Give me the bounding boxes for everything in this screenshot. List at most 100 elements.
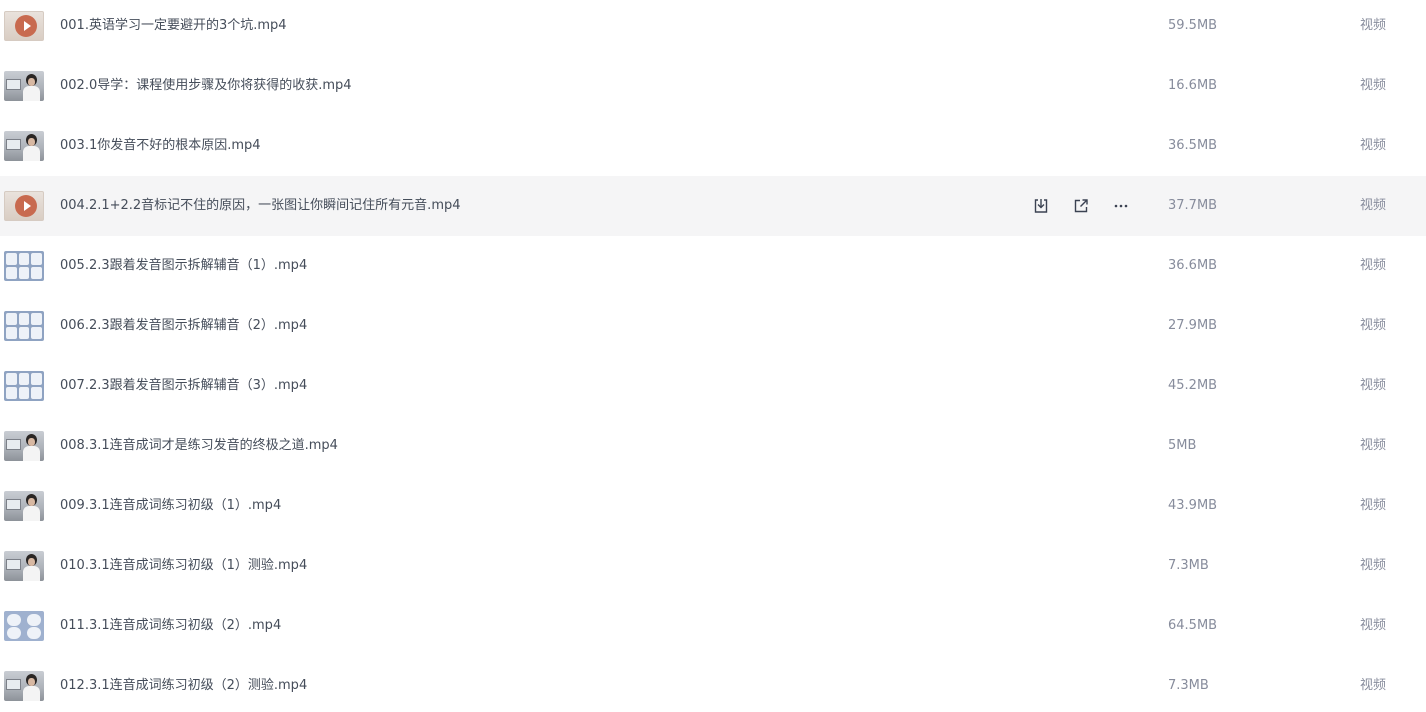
video-thumbnail[interactable] <box>4 251 44 281</box>
thumbnail-detail <box>28 138 35 146</box>
file-name[interactable]: 004.2.1+2.2音标记不住的原因，一张图让你瞬间记住所有元音.mp4 <box>60 176 461 236</box>
file-row[interactable]: 011.3.1连音成词练习初级（2）.mp4 64.5MB 视频 <box>0 596 1426 656</box>
file-type: 视频 <box>1360 378 1387 393</box>
file-row[interactable]: 007.2.3跟着发音图示拆解辅音（3）.mp4 45.2MB 视频 <box>0 356 1426 416</box>
thumbnail-cell <box>18 267 30 279</box>
video-thumbnail[interactable] <box>4 191 44 221</box>
thumbnail-cell <box>18 313 30 325</box>
thumbnail-cell <box>6 253 17 265</box>
file-name[interactable]: 005.2.3跟着发音图示拆解辅音（1）.mp4 <box>60 236 307 296</box>
file-name[interactable]: 002.0导学：课程使用步骤及你将获得的收获.mp4 <box>60 56 352 116</box>
file-size: 7.3MB <box>1168 678 1209 693</box>
thumbnail-cell <box>18 373 30 385</box>
file-name[interactable]: 012.3.1连音成词练习初级（2）测验.mp4 <box>60 656 307 712</box>
thumbnail-cell <box>31 373 42 385</box>
thumbnail-cell <box>31 253 42 265</box>
file-type: 视频 <box>1360 138 1387 153</box>
file-row[interactable]: 006.2.3跟着发音图示拆解辅音（2）.mp4 27.9MB 视频 <box>0 296 1426 356</box>
video-thumbnail[interactable] <box>4 491 44 521</box>
video-thumbnail[interactable] <box>4 311 44 341</box>
file-size: 27.9MB <box>1168 318 1218 333</box>
thumbnail-detail <box>6 679 21 690</box>
file-name[interactable]: 008.3.1连音成词才是练习发音的终极之道.mp4 <box>60 416 338 476</box>
thumbnail-detail <box>28 498 35 506</box>
file-name[interactable]: 010.3.1连音成词练习初级（1）测验.mp4 <box>60 536 307 596</box>
thumbnail-cell <box>18 327 30 339</box>
file-size: 59.5MB <box>1168 18 1218 33</box>
thumbnail-detail <box>28 558 35 566</box>
file-type: 视频 <box>1360 318 1387 333</box>
thumbnail-detail <box>6 139 21 150</box>
thumbnail-cell <box>7 627 21 639</box>
file-row[interactable]: 004.2.1+2.2音标记不住的原因，一张图让你瞬间记住所有元音.mp4 37.… <box>0 176 1426 236</box>
file-name[interactable]: 009.3.1连音成词练习初级（1）.mp4 <box>60 476 281 536</box>
download-icon[interactable] <box>1030 195 1052 217</box>
file-name[interactable]: 006.2.3跟着发音图示拆解辅音（2）.mp4 <box>60 296 307 356</box>
thumbnail-cell <box>7 614 21 626</box>
thumbnail-detail <box>23 506 40 521</box>
file-name[interactable]: 007.2.3跟着发音图示拆解辅音（3）.mp4 <box>60 356 307 416</box>
more-icon[interactable] <box>1110 195 1132 217</box>
thumbnail-detail <box>6 559 21 570</box>
thumbnail-detail <box>28 438 35 446</box>
file-type: 视频 <box>1360 558 1387 573</box>
file-type: 视频 <box>1360 198 1387 213</box>
file-row[interactable]: 002.0导学：课程使用步骤及你将获得的收获.mp4 16.6MB 视频 <box>0 56 1426 116</box>
thumbnail-cell <box>6 387 17 399</box>
thumbnail-cell <box>6 313 17 325</box>
video-thumbnail[interactable] <box>4 131 44 161</box>
thumbnail-detail <box>6 499 21 510</box>
file-type: 视频 <box>1360 258 1387 273</box>
thumbnail-cell <box>27 627 41 639</box>
file-row[interactable]: 008.3.1连音成词才是练习发音的终极之道.mp4 5MB 视频 <box>0 416 1426 476</box>
file-list: 001.英语学习一定要避开的3个坑.mp4 59.5MB 视频 002.0导学：课程使… <box>0 0 1426 708</box>
file-name[interactable]: 003.1你发音不好的根本原因.mp4 <box>60 116 261 176</box>
thumbnail-cell <box>6 373 17 385</box>
file-type: 视频 <box>1360 618 1387 633</box>
file-size: 16.6MB <box>1168 78 1218 93</box>
thumbnail-detail <box>23 446 40 461</box>
file-row[interactable]: 010.3.1连音成词练习初级（1）测验.mp4 7.3MB 视频 <box>0 536 1426 596</box>
thumbnail-cell <box>18 253 30 265</box>
video-thumbnail[interactable] <box>4 11 44 41</box>
file-row[interactable]: 003.1你发音不好的根本原因.mp4 36.5MB 视频 <box>0 116 1426 176</box>
thumbnail-cell <box>18 387 30 399</box>
file-size: 37.7MB <box>1168 198 1218 213</box>
play-icon <box>15 195 37 217</box>
play-icon <box>15 15 37 37</box>
file-size: 5MB <box>1168 438 1197 453</box>
file-row[interactable]: 001.英语学习一定要避开的3个坑.mp4 59.5MB 视频 <box>0 0 1426 56</box>
thumbnail-detail <box>23 686 40 701</box>
file-size: 36.6MB <box>1168 258 1218 273</box>
file-row[interactable]: 012.3.1连音成词练习初级（2）测验.mp4 7.3MB 视频 <box>0 656 1426 712</box>
thumbnail-cell <box>31 387 42 399</box>
share-icon[interactable] <box>1070 195 1092 217</box>
thumbnail-detail <box>23 566 40 581</box>
file-type: 视频 <box>1360 498 1387 513</box>
video-thumbnail[interactable] <box>4 71 44 101</box>
thumbnail-detail <box>6 439 21 450</box>
video-thumbnail[interactable] <box>4 371 44 401</box>
file-name[interactable]: 011.3.1连音成词练习初级（2）.mp4 <box>60 596 281 656</box>
file-size: 43.9MB <box>1168 498 1218 513</box>
thumbnail-cell <box>31 267 42 279</box>
thumbnail-detail <box>23 86 40 101</box>
video-thumbnail[interactable] <box>4 671 44 701</box>
thumbnail-detail <box>28 78 35 86</box>
file-type: 视频 <box>1360 18 1387 33</box>
thumbnail-cell <box>31 313 42 325</box>
file-size: 7.3MB <box>1168 558 1209 573</box>
file-type: 视频 <box>1360 438 1387 453</box>
video-thumbnail[interactable] <box>4 431 44 461</box>
file-row[interactable]: 009.3.1连音成词练习初级（1）.mp4 43.9MB 视频 <box>0 476 1426 536</box>
thumbnail-cell <box>6 267 17 279</box>
file-row[interactable]: 005.2.3跟着发音图示拆解辅音（1）.mp4 36.6MB 视频 <box>0 236 1426 296</box>
thumbnail-detail <box>6 79 21 90</box>
file-size: 45.2MB <box>1168 378 1218 393</box>
thumbnail-detail <box>28 678 35 686</box>
thumbnail-detail <box>23 146 40 161</box>
video-thumbnail[interactable] <box>4 551 44 581</box>
video-thumbnail[interactable] <box>4 611 44 641</box>
file-type: 视频 <box>1360 78 1387 93</box>
file-name[interactable]: 001.英语学习一定要避开的3个坑.mp4 <box>60 0 287 56</box>
